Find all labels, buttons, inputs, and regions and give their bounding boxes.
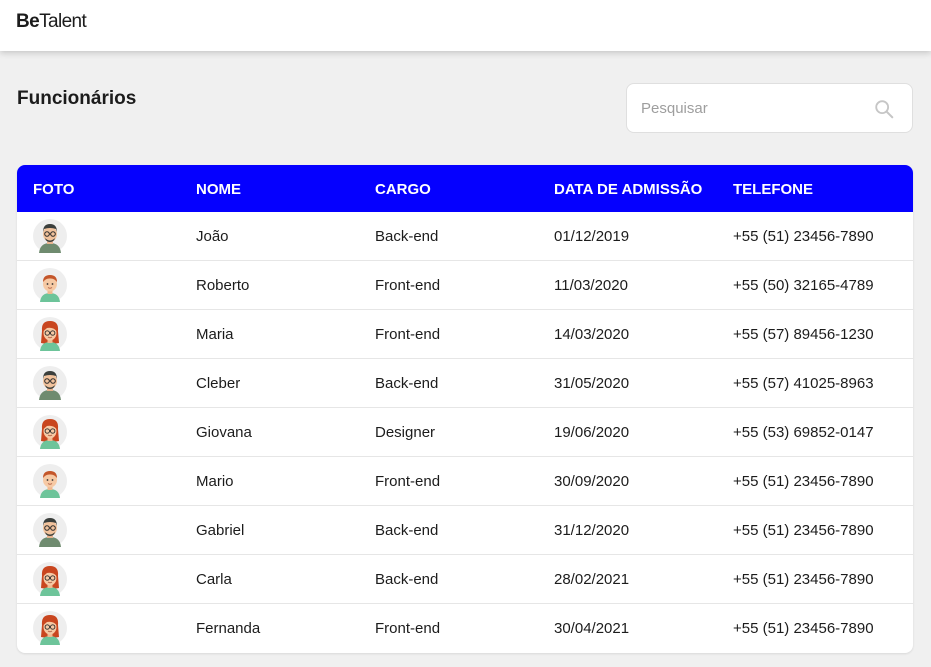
avatar <box>33 513 67 547</box>
employees-table: Foto Nome Cargo Data de admissão Telefon… <box>17 165 913 653</box>
cell-name: Carla <box>196 571 232 588</box>
cell-phone: +55 (51) 23456-7890 <box>733 228 874 245</box>
table-row[interactable]: João Back-end 01/12/2019 +55 (51) 23456-… <box>17 212 913 261</box>
cell-phone: +55 (51) 23456-7890 <box>733 522 874 539</box>
column-header-nome: Nome <box>196 181 241 198</box>
avatar <box>33 219 67 253</box>
cell-name: Cleber <box>196 375 241 392</box>
cell-phone: +55 (51) 23456-7890 <box>733 571 874 588</box>
cell-admission-date: 30/09/2020 <box>554 473 630 490</box>
cell-role: Designer <box>375 424 436 441</box>
table-row[interactable]: Mario Front-end 30/09/2020 +55 (51) 2345… <box>17 457 913 506</box>
avatar <box>33 562 67 596</box>
avatar <box>33 317 67 351</box>
cell-role: Back-end <box>375 571 439 588</box>
table-body: João Back-end 01/12/2019 +55 (51) 23456-… <box>17 212 913 653</box>
table-header: Foto Nome Cargo Data de admissão Telefon… <box>17 165 913 212</box>
cell-name: Giovana <box>196 424 252 441</box>
cell-admission-date: 19/06/2020 <box>554 424 630 441</box>
search-box[interactable] <box>626 83 913 133</box>
cell-name: Gabriel <box>196 522 245 539</box>
cell-phone: +55 (50) 32165-4789 <box>733 277 874 294</box>
cell-name: Roberto <box>196 277 250 294</box>
cell-admission-date: 31/05/2020 <box>554 375 630 392</box>
cell-role: Front-end <box>375 277 441 294</box>
avatar <box>33 415 67 449</box>
cell-phone: +55 (53) 69852-0147 <box>733 424 874 441</box>
cell-admission-date: 01/12/2019 <box>554 228 630 245</box>
table-row[interactable]: Gabriel Back-end 31/12/2020 +55 (51) 234… <box>17 506 913 555</box>
cell-role: Back-end <box>375 228 439 245</box>
cell-name: Mario <box>196 473 234 490</box>
cell-phone: +55 (51) 23456-7890 <box>733 473 874 490</box>
table-row[interactable]: Carla Back-end 28/02/2021 +55 (51) 23456… <box>17 555 913 604</box>
table-row[interactable]: Cleber Back-end 31/05/2020 +55 (57) 4102… <box>17 359 913 408</box>
search-input[interactable] <box>641 96 861 120</box>
cell-role: Front-end <box>375 473 441 490</box>
column-header-telefone: Telefone <box>733 181 814 198</box>
table-row[interactable]: Fernanda Front-end 30/04/2021 +55 (51) 2… <box>17 604 913 653</box>
cell-admission-date: 14/03/2020 <box>554 326 630 343</box>
avatar <box>33 611 67 645</box>
cell-role: Front-end <box>375 326 441 343</box>
cell-admission-date: 31/12/2020 <box>554 522 630 539</box>
table-row[interactable]: Roberto Front-end 11/03/2020 +55 (50) 32… <box>17 261 913 310</box>
table-row[interactable]: Giovana Designer 19/06/2020 +55 (53) 698… <box>17 408 913 457</box>
avatar <box>33 268 67 302</box>
cell-name: Maria <box>196 326 234 343</box>
cell-role: Front-end <box>375 620 441 637</box>
cell-name: Fernanda <box>196 620 261 637</box>
betalent-logo[interactable]: BeTalent <box>16 11 87 33</box>
cell-phone: +55 (57) 41025-8963 <box>733 375 874 392</box>
cell-admission-date: 11/03/2020 <box>554 277 628 294</box>
avatar <box>33 464 67 498</box>
cell-admission-date: 30/04/2021 <box>554 620 630 637</box>
page-title: Funcionários <box>17 88 137 109</box>
cell-phone: +55 (51) 23456-7890 <box>733 620 874 637</box>
avatar <box>33 366 67 400</box>
column-header-cargo: Cargo <box>375 181 431 198</box>
cell-role: Back-end <box>375 375 439 392</box>
cell-admission-date: 28/02/2021 <box>554 571 630 588</box>
column-header-data-admissao: Data de admissão <box>554 181 703 198</box>
table-row[interactable]: Maria Front-end 14/03/2020 +55 (57) 8945… <box>17 310 913 359</box>
column-header-foto: Foto <box>33 181 75 198</box>
search-icon[interactable] <box>873 98 895 120</box>
cell-phone: +55 (57) 89456-1230 <box>733 326 874 343</box>
cell-name: João <box>196 228 229 245</box>
cell-role: Back-end <box>375 522 439 539</box>
top-bar: BeTalent <box>0 0 931 51</box>
